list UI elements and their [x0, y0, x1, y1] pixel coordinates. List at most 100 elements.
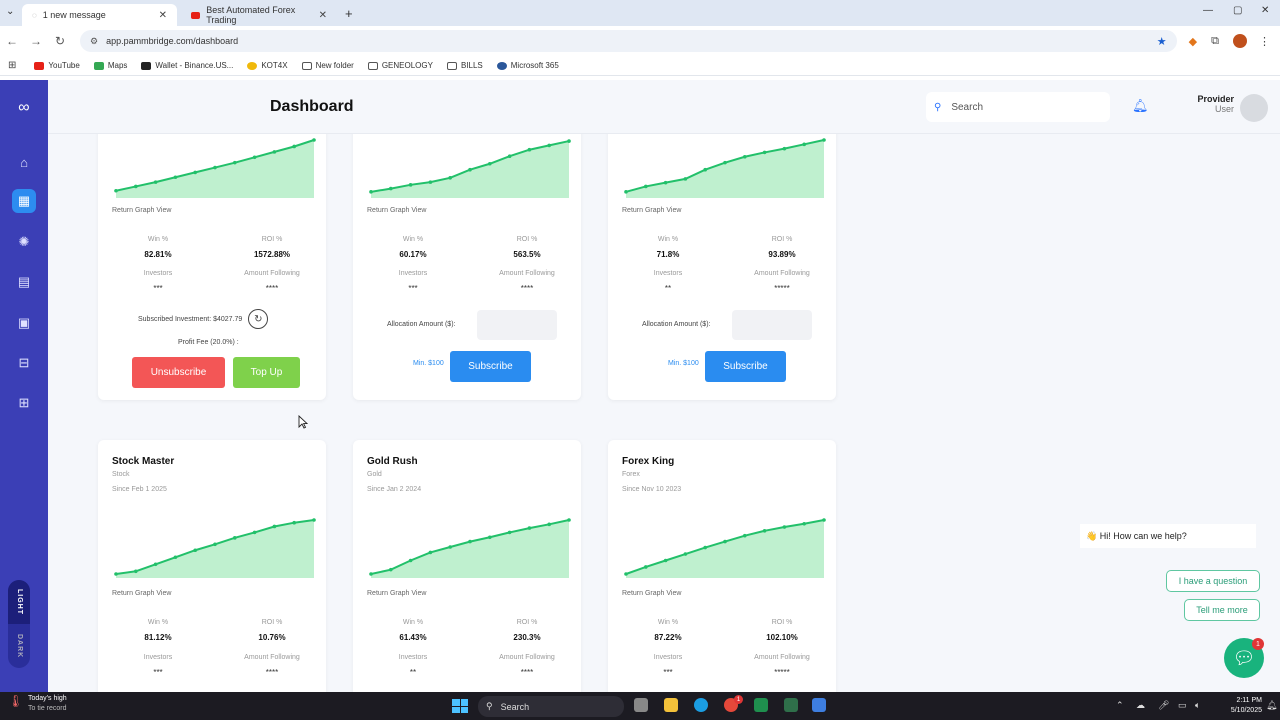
roi-value: 102.10% — [766, 633, 798, 642]
edge-icon[interactable] — [694, 698, 708, 712]
theme-toggle[interactable]: LIGHT DARK — [8, 580, 30, 668]
bookmark-bills[interactable]: BILLS — [446, 61, 483, 70]
apps-grid-icon[interactable]: ⊞ — [8, 60, 16, 71]
taskbar-clock[interactable]: 2:11 PM 5/10/2025 — [1214, 696, 1262, 716]
profile-avatar[interactable] — [1233, 34, 1247, 48]
document-icon[interactable]: ▤ — [12, 270, 36, 294]
theme-dark-option[interactable]: DARK — [8, 624, 30, 668]
file-explorer-icon[interactable] — [664, 698, 678, 712]
graph-point — [663, 558, 668, 563]
graph-point — [369, 190, 373, 194]
bookmark-youtube[interactable]: YouTube — [34, 61, 80, 70]
new-tab-icon[interactable]: + — [345, 6, 353, 21]
roi-value: 1572.88% — [253, 250, 291, 259]
subscribe-button[interactable]: Subscribe — [450, 351, 531, 382]
settings-icon[interactable]: ✺ — [12, 230, 36, 254]
graph-point — [408, 183, 413, 187]
logo-icon[interactable]: ∞ — [12, 96, 36, 120]
graph-point — [624, 190, 628, 194]
investors-value: *** — [408, 284, 418, 293]
allocation-label: Allocation Amount ($): — [387, 321, 456, 328]
allocation-input[interactable] — [477, 310, 557, 340]
refresh-icon[interactable]: ↻ — [248, 309, 269, 329]
search-input[interactable]: ⚲ Search — [926, 92, 1110, 122]
volume-icon[interactable]: 🔈︎ — [1195, 700, 1200, 711]
page-title: Dashboard — [270, 98, 354, 115]
user-info[interactable]: Provider User — [1166, 94, 1234, 114]
avatar[interactable] — [1240, 94, 1268, 122]
onedrive-icon[interactable]: ☁ — [1136, 700, 1145, 711]
close-tab-icon[interactable]: ✕ — [319, 10, 327, 21]
chat-greeting: 👋 Hi! How can we help? — [1080, 524, 1256, 548]
top-up-button[interactable]: Top Up — [233, 357, 300, 388]
bookmark-binance[interactable]: Wallet - Binance.US... — [141, 61, 233, 70]
bookmark-new-folder[interactable]: New folder — [301, 61, 354, 70]
roi-stat: ROI % 10.76% — [222, 619, 322, 642]
apps-icon[interactable]: ⊞ — [12, 391, 36, 415]
taskbar-search[interactable]: ⚲ Search — [478, 696, 624, 717]
graph-point — [233, 160, 237, 165]
minimize-icon[interactable]: — — [1203, 5, 1213, 16]
menu-icon[interactable]: ⋮ — [1259, 35, 1270, 48]
investors-stat: Investors *** — [363, 270, 463, 293]
return-graph — [114, 138, 316, 198]
layout-icon[interactable]: ⊟ — [12, 351, 36, 375]
chat-option-question[interactable]: I have a question — [1166, 570, 1260, 592]
bookmark-maps[interactable]: Maps — [93, 61, 127, 70]
chart-icon[interactable]: ▦ — [12, 189, 36, 213]
tab-search-icon[interactable]: ⌄ — [6, 6, 14, 17]
task-view-icon[interactable] — [634, 698, 648, 712]
maps-icon — [93, 61, 104, 70]
site-info-icon[interactable]: ⚙ — [90, 36, 98, 47]
bookmark-star-icon[interactable]: ★ — [1157, 35, 1167, 48]
home-icon[interactable]: ⌂ — [12, 150, 36, 174]
card-category: Stock — [112, 471, 130, 478]
allocation-input[interactable] — [732, 310, 812, 340]
network-icon[interactable]: ▭ — [1178, 700, 1187, 711]
tab-forex[interactable]: Best Automated Forex Trading ✕ — [181, 4, 337, 26]
start-menu-icon[interactable] — [452, 699, 468, 713]
show-hidden-icons-icon[interactable]: ⌃ — [1116, 700, 1124, 711]
close-tab-icon[interactable]: ✕ — [159, 10, 167, 21]
amount-value: ***** — [774, 668, 790, 677]
investors-stat: Investors *** — [108, 654, 208, 677]
subscribe-button[interactable]: Subscribe — [705, 351, 786, 382]
close-window-icon[interactable]: ✕ — [1261, 5, 1269, 16]
graph-point — [782, 146, 787, 151]
strategy-card-stock-master: Stock Master Stock Since Feb 1 2025 Retu… — [98, 440, 326, 692]
return-graph — [624, 518, 826, 578]
clipboard-icon[interactable]: ▣ — [12, 311, 36, 335]
url-field[interactable]: ⚙ app.pammbridge.com/dashboard ★ — [80, 30, 1177, 52]
store-icon[interactable] — [812, 698, 826, 712]
graph-point — [624, 572, 628, 576]
unsubscribe-button[interactable]: Unsubscribe — [132, 357, 225, 388]
graph-point — [507, 154, 512, 158]
extensions-icon[interactable]: ⧉ — [1211, 35, 1219, 48]
graph-point — [114, 188, 118, 193]
reload-icon[interactable]: ↻ — [48, 34, 72, 48]
win-value: 81.12% — [144, 633, 172, 642]
excel-icon[interactable] — [754, 698, 768, 712]
graph-point — [527, 526, 532, 530]
graph-label: Return Graph View — [112, 207, 172, 214]
graph-point — [762, 529, 767, 533]
chat-option-tell-more[interactable]: Tell me more — [1184, 599, 1260, 621]
maximize-icon[interactable]: ▢ — [1233, 5, 1242, 16]
tab-messages[interactable]: ◌ 1 new message ✕ — [22, 4, 177, 26]
graph-point — [428, 180, 433, 184]
address-bar-row: ← → ↻ ⚙ app.pammbridge.com/dashboard ★ ◆… — [0, 26, 1280, 56]
back-icon[interactable]: ← — [0, 34, 24, 48]
graph-point — [233, 536, 237, 540]
bookmark-kot4x[interactable]: KOT4X — [247, 61, 288, 70]
card-title: Forex King — [622, 456, 675, 467]
theme-light-option[interactable]: LIGHT — [8, 580, 30, 624]
terminal-icon[interactable] — [784, 698, 798, 712]
bookmark-geneology[interactable]: GENEOLOGY — [367, 61, 433, 70]
microphone-icon[interactable]: 🎤︎ — [1158, 700, 1169, 711]
bell-icon[interactable]: 🔔︎ — [1132, 98, 1149, 114]
forward-icon[interactable]: → — [24, 34, 48, 48]
weather-widget[interactable]: 🌡︎ Today's high To tie record — [8, 694, 67, 714]
bookmark-microsoft365[interactable]: Microsoft 365 — [496, 61, 559, 70]
notifications-bell-icon[interactable]: 🔔︎ — [1266, 700, 1277, 711]
metamask-icon[interactable]: ◆ — [1189, 35, 1197, 48]
